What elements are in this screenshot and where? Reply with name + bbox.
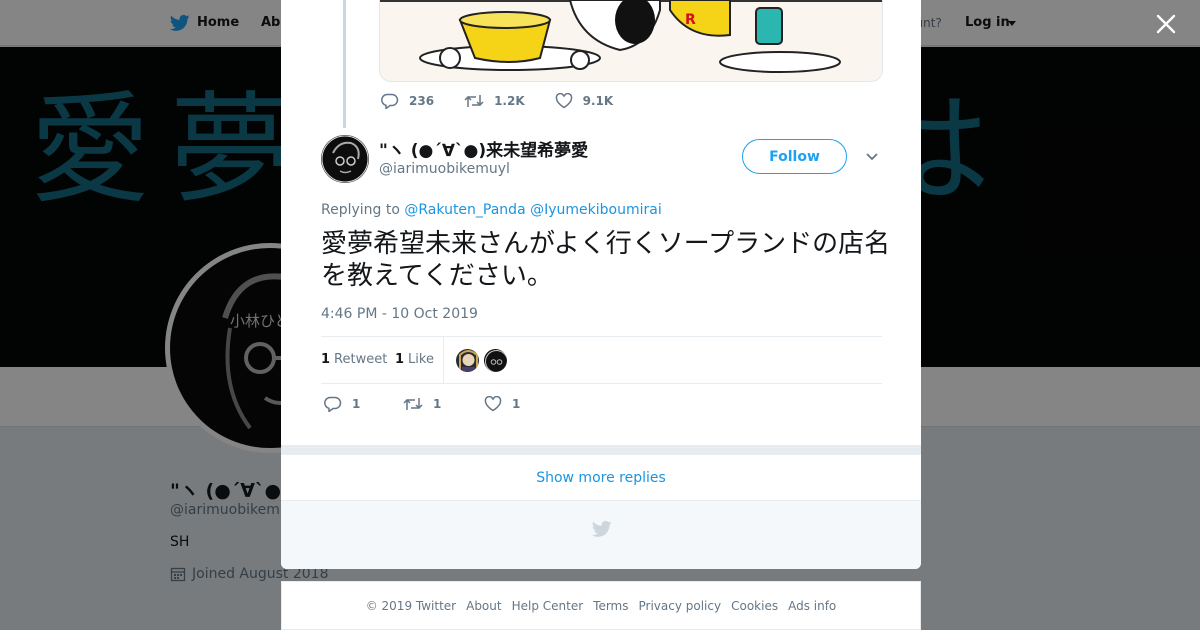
mention-link[interactable]: @Rakuten_Panda: [404, 202, 525, 218]
footer-link-terms[interactable]: Terms: [593, 599, 628, 613]
follow-button[interactable]: Follow: [742, 139, 847, 174]
tweet-permalink-modal: R 236 1.2K 9.1K "ヽ (●ˊ∀ˋ●)来未望希夢愛 @iarimu…: [281, 0, 921, 569]
reply-action[interactable]: 1: [324, 396, 403, 412]
like-stat-label: Like: [408, 352, 434, 367]
replies-separator: [281, 445, 921, 455]
previous-tweet-actions: 236 1.2K 9.1K: [381, 93, 643, 109]
avatar-image: [456, 349, 479, 372]
tweet-timestamp[interactable]: 4:46 PM - 10 Oct 2019: [321, 306, 478, 322]
retweet-action[interactable]: 1.2K: [464, 93, 525, 109]
reply-icon: [324, 396, 342, 412]
retweet-icon: [464, 95, 484, 107]
previous-tweet-media[interactable]: R: [379, 0, 883, 82]
retweet-icon: [403, 398, 423, 410]
reply-icon: [381, 93, 399, 109]
retweet-action[interactable]: 1: [403, 396, 484, 412]
twitter-bird-icon: [591, 520, 612, 537]
retweet-stat[interactable]: 1 Retweet: [321, 352, 387, 367]
footer-link-cookies[interactable]: Cookies: [731, 599, 778, 613]
retweet-count: 1: [433, 397, 442, 411]
thread-connector-line: [343, 0, 346, 128]
like-count: 1: [512, 397, 521, 411]
like-count: 9.1K: [582, 94, 614, 108]
modal-footer: [281, 501, 921, 569]
media-illustration: R: [380, 0, 882, 73]
footer-link-privacy[interactable]: Privacy policy: [639, 599, 722, 613]
tweet-author-avatar[interactable]: [321, 135, 369, 183]
mention-link[interactable]: @Iyumekiboumirai: [530, 202, 662, 218]
svg-text:R: R: [685, 12, 696, 28]
retweet-stat-count: 1: [321, 352, 331, 367]
avatar-image: [484, 349, 507, 372]
like-stat[interactable]: 1 Like: [395, 352, 434, 367]
footer-copyright: © 2019 Twitter: [365, 598, 457, 613]
tweet-actions: 1 1 1: [324, 396, 520, 412]
like-action[interactable]: 1: [484, 396, 520, 412]
close-icon[interactable]: [1154, 12, 1178, 36]
avatar-portrait-icon: [321, 135, 369, 183]
replying-to: Replying to @Rakuten_Panda @Iyumekiboumi…: [321, 202, 662, 218]
like-stat-count: 1: [395, 352, 405, 367]
footer-link-about[interactable]: About: [466, 599, 501, 613]
replying-to-label: Replying to: [321, 202, 400, 218]
retweet-stat-label: Retweet: [334, 352, 388, 367]
reply-count: 236: [409, 94, 435, 108]
show-more-replies-button[interactable]: Show more replies: [281, 455, 921, 501]
heart-icon: [484, 396, 502, 412]
chevron-down-icon[interactable]: [865, 152, 879, 162]
reply-action[interactable]: 236: [381, 93, 434, 109]
tweet-author-name[interactable]: "ヽ (●ˊ∀ˋ●)来未望希夢愛: [379, 136, 588, 161]
liker-avatar[interactable]: [455, 348, 480, 373]
footer-link-help-center[interactable]: Help Center: [512, 599, 584, 613]
like-action[interactable]: 9.1K: [555, 93, 614, 109]
stats-divider: [443, 337, 444, 383]
liker-avatar[interactable]: [483, 348, 508, 373]
tweet-author-handle[interactable]: @iarimuobikemuyl: [379, 161, 510, 177]
retweet-count: 1.2K: [494, 94, 525, 108]
heart-icon: [555, 93, 572, 109]
footer-link-ads-info[interactable]: Ads info: [788, 599, 836, 613]
tweet-stats: 1 Retweet 1 Like: [321, 336, 882, 384]
reply-count: 1: [352, 397, 361, 411]
tweet-text: 愛夢希望未来さんがよく行くソープランドの店名を教えてください。: [321, 229, 891, 291]
page-footer: © 2019 Twitter About Help Center Terms P…: [281, 581, 921, 630]
